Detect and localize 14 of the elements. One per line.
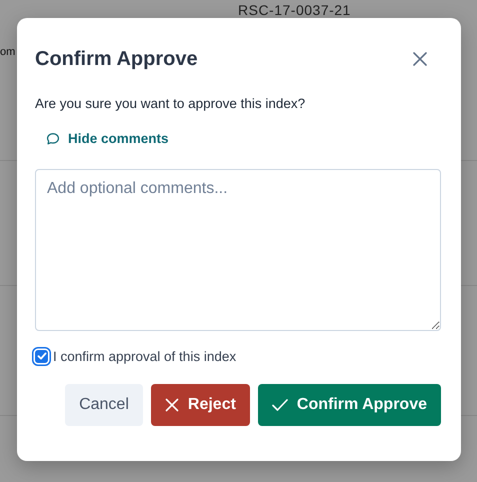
drawing-number: RSC-17-0037-21 bbox=[238, 2, 351, 18]
confirm-message: Are you sure you want to approve this index? bbox=[35, 96, 306, 111]
comment-icon bbox=[46, 132, 60, 146]
checkmark-icon bbox=[272, 398, 288, 410]
reject-button[interactable]: Reject bbox=[150, 384, 250, 426]
background-text: om bbox=[0, 46, 16, 58]
approve-button[interactable]: Confirm Approve bbox=[258, 384, 441, 426]
comments-field[interactable]: Add optional comments... bbox=[35, 168, 441, 330]
close-icon[interactable] bbox=[413, 52, 427, 66]
hide-comments-link[interactable]: Hide comments bbox=[46, 131, 169, 146]
dialog-title: Confirm Approve bbox=[35, 48, 198, 70]
confirm-label: I confirm approval of this index bbox=[53, 348, 236, 364]
close-icon bbox=[164, 398, 179, 412]
cancel-button[interactable]: Cancel bbox=[65, 384, 143, 426]
